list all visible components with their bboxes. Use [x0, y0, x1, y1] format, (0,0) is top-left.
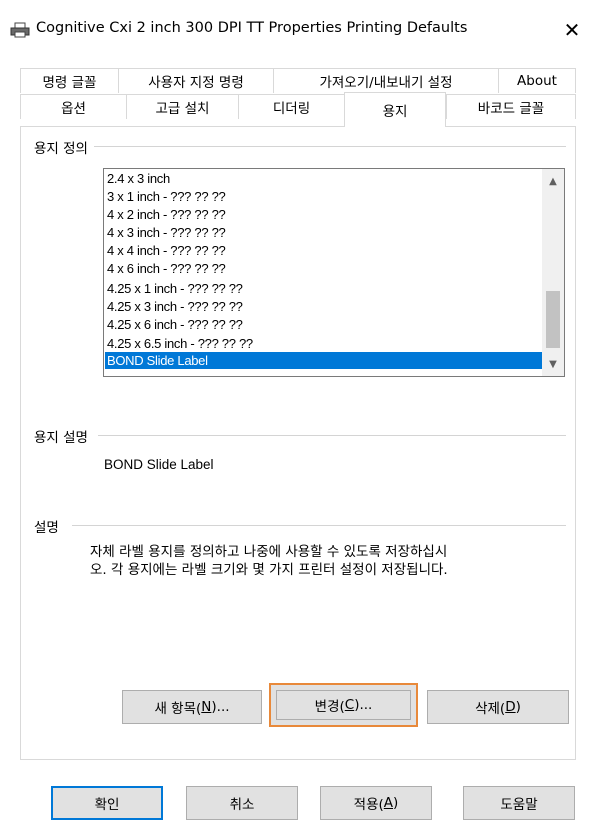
tab-about[interactable]: About: [498, 68, 576, 93]
tab-command-fonts[interactable]: 명령 글꼴: [20, 68, 118, 93]
window-title: Cognitive Cxi 2 inch 300 DPI TT Properti…: [36, 20, 468, 36]
tab-barcode-fonts[interactable]: 바코드 글꼴: [446, 94, 576, 119]
tab-dithering[interactable]: 디더링: [238, 94, 344, 119]
apply-button[interactable]: 적용(A): [320, 786, 432, 820]
change-button[interactable]: 변경(C)...: [269, 683, 418, 727]
list-item[interactable]: 4 x 4 inch - ??? ?? ??: [105, 242, 542, 259]
separator: [84, 146, 566, 147]
list-item[interactable]: 4.25 x 6 inch - ??? ?? ??: [105, 316, 542, 333]
paper-definition-list[interactable]: 2.4 x 3 inch 3 x 1 inch - ??? ?? ?? 4 x …: [103, 168, 565, 377]
list-item[interactable]: 4 x 6 inch - ??? ?? ??: [105, 260, 542, 277]
description-label: 설명: [34, 516, 65, 536]
printer-icon: [10, 22, 30, 38]
list-item[interactable]: 4 x 3 inch - ??? ?? ??: [105, 224, 542, 241]
tab-paper[interactable]: 용지: [344, 92, 446, 127]
help-button[interactable]: 도움말: [463, 786, 575, 820]
list-item[interactable]: 2.4 x 3 inch: [105, 170, 542, 187]
close-button[interactable]: ✕: [556, 14, 588, 46]
close-icon: ✕: [563, 18, 581, 42]
change-button-face: 변경(C)...: [276, 690, 411, 720]
title-bar: Cognitive Cxi 2 inch 300 DPI TT Properti…: [0, 0, 594, 58]
description-text: 자체 라벨 용지를 정의하고 나중에 사용할 수 있도록 저장하십시 오. 각 …: [90, 544, 448, 578]
delete-button[interactable]: 삭제(D): [427, 690, 569, 724]
ok-button[interactable]: 확인: [51, 786, 163, 820]
separator: [72, 525, 566, 526]
list-item[interactable]: 4.25 x 3 inch - ??? ?? ??: [105, 298, 542, 315]
paper-definition-label: 용지 정의: [34, 137, 94, 157]
tab-options[interactable]: 옵션: [20, 94, 126, 119]
paper-description-value: BOND Slide Label: [104, 457, 214, 472]
paper-description-label: 용지 설명: [34, 426, 94, 446]
scroll-thumb[interactable]: [546, 291, 560, 348]
list-item-selected[interactable]: BOND Slide Label: [105, 352, 542, 369]
tab-custom-commands[interactable]: 사용자 지정 명령: [118, 68, 273, 93]
scroll-up-icon[interactable]: ▲: [542, 172, 564, 190]
tab-advanced-setup[interactable]: 고급 설치: [126, 94, 238, 119]
separator: [98, 435, 566, 436]
list-item[interactable]: 4.25 x 6.5 inch - ??? ?? ??: [105, 335, 542, 352]
scroll-down-icon[interactable]: ▼: [542, 355, 564, 373]
list-item[interactable]: 4 x 2 inch - ??? ?? ??: [105, 206, 542, 223]
list-item[interactable]: 3 x 1 inch - ??? ?? ??: [105, 188, 542, 205]
list-scrollbar[interactable]: ▲ ▼: [542, 169, 564, 376]
cancel-button[interactable]: 취소: [186, 786, 298, 820]
list-item[interactable]: 4.25 x 1 inch - ??? ?? ??: [105, 280, 542, 297]
new-item-button[interactable]: 새 항목(N)...: [122, 690, 262, 724]
tab-import-export-settings[interactable]: 가져오기/내보내기 설정: [273, 68, 498, 93]
